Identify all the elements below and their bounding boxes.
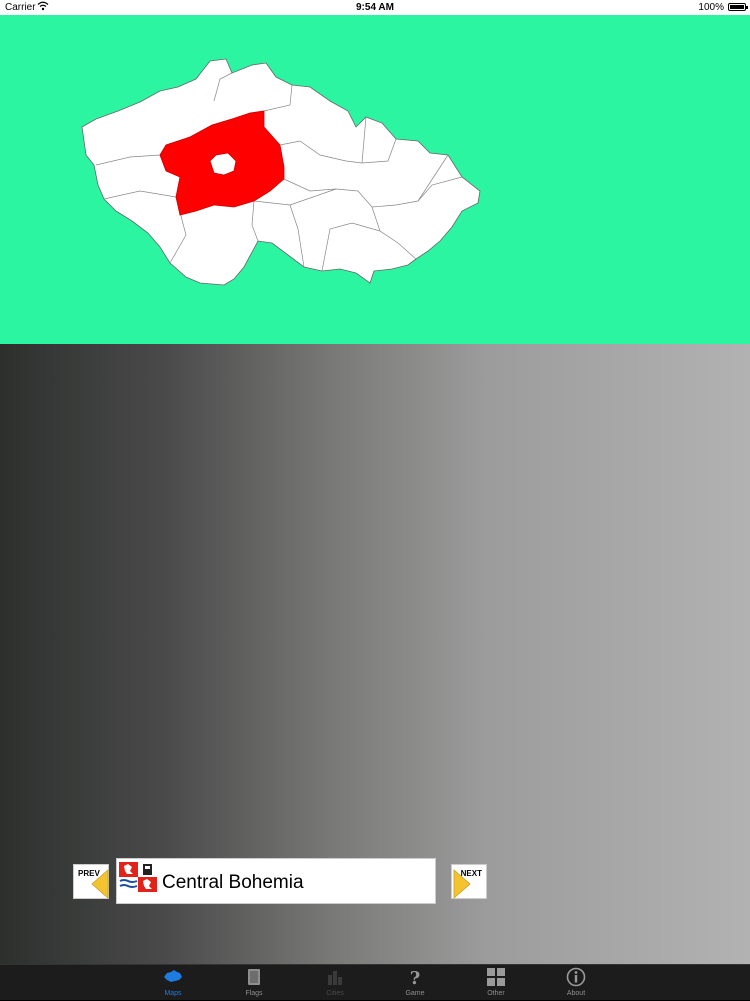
arrow-right-icon — [453, 869, 471, 899]
tab-flags[interactable]: Flags — [214, 965, 294, 1001]
tab-other-label: Other — [487, 990, 505, 997]
tab-about[interactable]: About — [536, 965, 616, 1001]
battery-percent: 100% — [698, 2, 724, 13]
tab-cities[interactable]: Cities — [295, 965, 375, 1001]
tab-other[interactable]: Other — [456, 965, 536, 1001]
tab-cities-label: Cities — [326, 990, 344, 997]
czech-map[interactable] — [0, 15, 750, 344]
tab-bar: Maps Flags Cities ? Game Other About — [0, 964, 750, 1000]
prev-button[interactable]: PREV — [73, 864, 109, 899]
region-name-bar: Central Bohemia — [116, 858, 436, 904]
map-icon — [164, 970, 182, 982]
question-icon: ? — [410, 968, 421, 987]
tab-maps-label: Maps — [164, 990, 182, 997]
tab-game-label: Game — [405, 990, 425, 997]
map-panel — [0, 15, 750, 344]
svg-text:?: ? — [410, 968, 421, 987]
tab-about-label: About — [566, 990, 586, 997]
central-bohemia-flag-icon — [119, 862, 157, 892]
region-name: Central Bohemia — [162, 872, 304, 893]
cities-icon — [328, 971, 342, 985]
arrow-left-icon — [91, 869, 109, 899]
grid-icon — [487, 968, 505, 986]
tab-maps[interactable]: Maps — [133, 965, 213, 1001]
status-bar: Carrier 9:54 AM 100% — [0, 0, 750, 15]
battery-icon — [728, 3, 748, 11]
flag-book-icon — [248, 969, 260, 985]
next-button[interactable]: NEXT — [451, 864, 487, 899]
clock: 9:54 AM — [356, 2, 394, 13]
info-icon — [566, 967, 586, 987]
tab-flags-label: Flags — [245, 990, 263, 997]
tab-game[interactable]: ? Game — [375, 965, 455, 1001]
